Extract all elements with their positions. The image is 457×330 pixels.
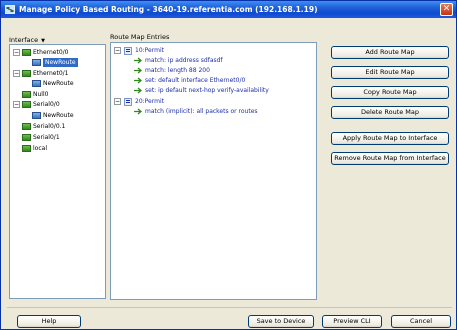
interface-dropdown[interactable]: Interface ▼ <box>9 36 45 44</box>
remove-route-map-button[interactable]: Remove Route Map from Interface <box>331 152 449 165</box>
expand-icon[interactable]: − <box>114 47 121 54</box>
expand-icon[interactable]: − <box>13 70 20 77</box>
interface-icon <box>22 123 31 130</box>
clause-icon <box>134 67 143 74</box>
entry-10-permit[interactable]: 10:Permit <box>135 46 164 55</box>
delete-route-map-button[interactable]: Delete Route Map <box>331 106 449 119</box>
footer-divider <box>7 307 452 308</box>
tree-item-newroute-selected[interactable]: NewRoute <box>43 58 78 67</box>
permit-icon <box>124 98 132 106</box>
expand-icon[interactable]: − <box>114 98 121 105</box>
title-bar: Manage Policy Based Routing - 3640-19.re… <box>1 1 456 18</box>
clause-icon <box>134 57 143 64</box>
clause-icon <box>134 108 143 115</box>
tree-item-ethernet0-0[interactable]: Ethernet0/0 <box>33 48 69 57</box>
interface-tree[interactable]: − Ethernet0/0 NewRoute − Ethernet0/1 New… <box>9 44 106 299</box>
policy-routing-window: Manage Policy Based Routing - 3640-19.re… <box>0 0 457 330</box>
tree-item-ethernet0-1[interactable]: Ethernet0/1 <box>33 69 69 78</box>
tree-item-null0[interactable]: Null0 <box>33 90 48 99</box>
route-map-icon <box>32 59 41 66</box>
help-button[interactable]: Help <box>17 315 81 328</box>
interface-header: Interface <box>9 36 39 44</box>
interface-icon <box>22 91 31 98</box>
expand-icon[interactable]: − <box>13 49 20 56</box>
tree-item-newroute[interactable]: NewRoute <box>43 111 74 120</box>
tree-item-serial0-1[interactable]: Serial0/1 <box>33 133 60 142</box>
interface-icon <box>22 145 31 152</box>
entry-20-permit[interactable]: 20:Permit <box>135 97 164 106</box>
clause-icon <box>134 77 143 84</box>
add-route-map-button[interactable]: Add Route Map <box>331 46 449 59</box>
route-map-entries-header: Route Map Entries <box>110 33 170 41</box>
route-map-icon <box>32 80 41 87</box>
apply-route-map-button[interactable]: Apply Route Map to Interface <box>331 132 449 145</box>
close-icon: ✕ <box>442 4 451 14</box>
cancel-button[interactable]: Cancel <box>391 315 451 328</box>
preview-cli-button[interactable]: Preview CLI <box>322 315 382 328</box>
entry-clause[interactable]: match: ip address sdfasdf <box>145 56 223 65</box>
interface-icon <box>22 70 31 77</box>
tree-item-serial0-0[interactable]: Serial0/0 <box>33 100 60 109</box>
entry-clause[interactable]: match: length 88 200 <box>145 66 210 75</box>
interface-icon <box>22 49 31 56</box>
tree-item-newroute[interactable]: NewRoute <box>43 79 74 88</box>
route-map-icon <box>32 112 41 119</box>
app-icon <box>5 5 15 14</box>
tree-item-local[interactable]: local <box>33 144 47 153</box>
route-map-entries-tree[interactable]: − 10:Permit match: ip address sdfasdf ma… <box>110 42 317 300</box>
window-title: Manage Policy Based Routing - 3640-19.re… <box>19 5 318 14</box>
permit-icon <box>124 47 132 55</box>
edit-route-map-button[interactable]: Edit Route Map <box>331 66 449 79</box>
expand-icon[interactable]: − <box>13 101 20 108</box>
save-to-device-button[interactable]: Save to Device <box>248 315 314 328</box>
entry-clause[interactable]: match (implicit): all packets or routes <box>145 107 258 116</box>
entry-clause[interactable]: set: default interface Ethernet0/0 <box>145 76 245 85</box>
copy-route-map-button[interactable]: Copy Route Map <box>331 86 449 99</box>
interface-icon <box>22 101 31 108</box>
tree-item-serial0-0-1[interactable]: Serial0/0.1 <box>33 122 65 131</box>
interface-icon <box>22 134 31 141</box>
close-button[interactable]: ✕ <box>440 3 453 16</box>
entry-clause[interactable]: set: ip default next-hop verify-availabi… <box>145 86 269 95</box>
clause-icon <box>134 87 143 94</box>
